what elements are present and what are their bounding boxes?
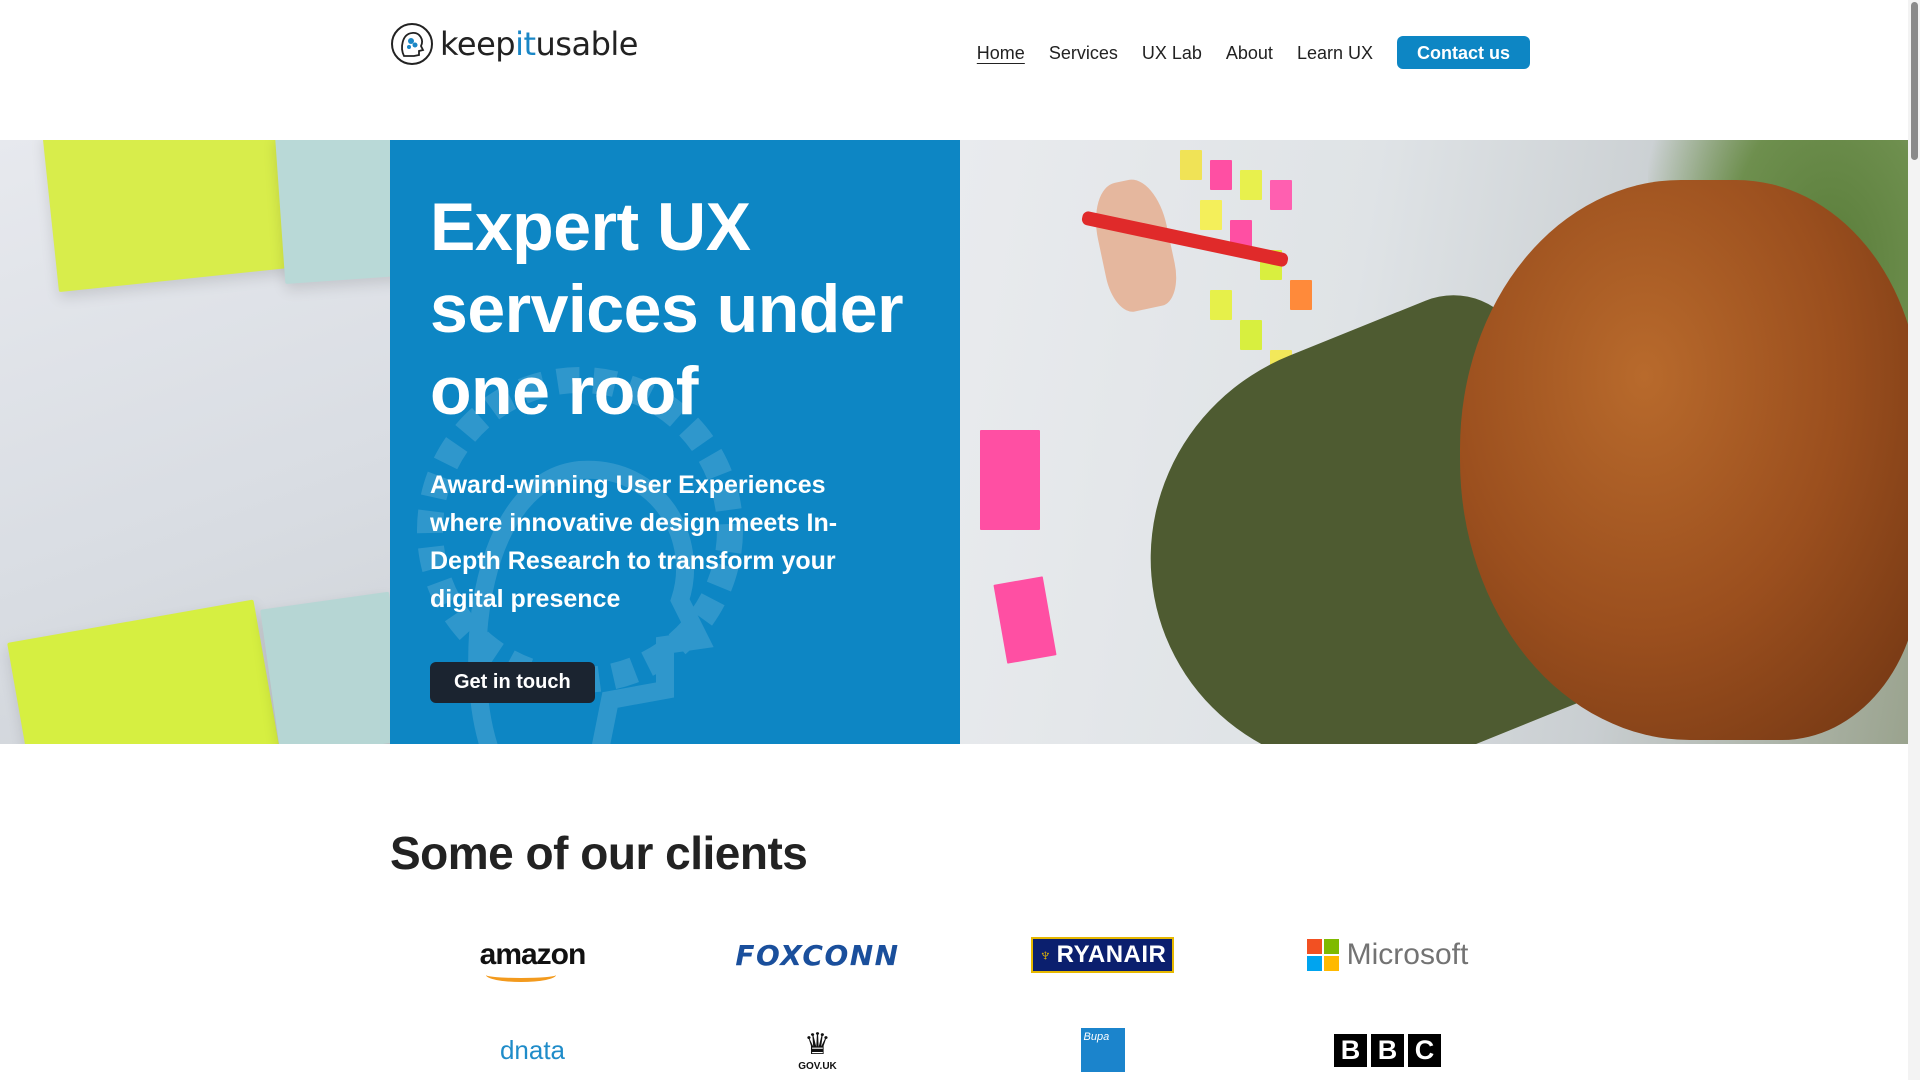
- crown-icon: ♛: [804, 1027, 831, 1061]
- sticky-note: [260, 591, 390, 744]
- site-header: keepitusable Home Services UX Lab About …: [0, 0, 1920, 140]
- head-icon: [391, 23, 433, 65]
- get-in-touch-button[interactable]: Get in touch: [430, 662, 595, 703]
- hero-panel: Expert UX services under one roof Award-…: [390, 140, 960, 744]
- nav-about[interactable]: About: [1226, 39, 1273, 67]
- gov-uk-logo: ♛ GOV.UK: [798, 1027, 837, 1072]
- client-logo-bbc: B B C: [1245, 1015, 1530, 1080]
- sticky-note: [1200, 200, 1222, 230]
- nav-learn-ux[interactable]: Learn UX: [1297, 39, 1373, 67]
- sticky-note: [1290, 280, 1312, 310]
- bbc-letter: B: [1334, 1033, 1367, 1067]
- logo-word-usable: usable: [535, 25, 639, 63]
- foxconn-logo: FOXCONN: [735, 938, 900, 972]
- main-nav: Home Services UX Lab About Learn UX Cont…: [953, 36, 1530, 69]
- microsoft-logo: Microsoft: [1306, 938, 1469, 972]
- client-logo-bupa: Bupa: [960, 1015, 1245, 1080]
- hero-section: Expert UX services under one roof Award-…: [0, 140, 1908, 744]
- clients-heading: Some of our clients: [390, 827, 808, 879]
- sticky-note: [7, 599, 283, 744]
- scrollbar-thumb[interactable]: [1911, 2, 1918, 160]
- sticky-note: [1270, 180, 1292, 210]
- ryanair-logo: ♆ RYANAIR: [1030, 937, 1175, 973]
- ryanair-wordmark: RYANAIR: [1056, 941, 1167, 968]
- page-scrollbar[interactable]: [1908, 0, 1920, 1080]
- logo-wordmark: keepitusable: [440, 25, 638, 63]
- sticky-note: [1210, 160, 1232, 190]
- bbc-letter: B: [1371, 1033, 1404, 1067]
- sticky-note: [980, 430, 1040, 530]
- person-hand-image: [1087, 174, 1183, 316]
- microsoft-wordmark: Microsoft: [1346, 938, 1469, 971]
- harp-icon: ♆: [1038, 944, 1053, 965]
- logo-word-it: it: [515, 25, 536, 63]
- site-logo[interactable]: keepitusable: [390, 22, 638, 66]
- person-hair-image: [1460, 180, 1908, 740]
- nav-services[interactable]: Services: [1049, 39, 1118, 67]
- dnata-logo: dnata: [499, 1034, 566, 1065]
- client-logo-microsoft: Microsoft: [1245, 920, 1530, 990]
- hero-subtitle: Award-winning User Experiences where inn…: [430, 471, 838, 613]
- bbc-letter: C: [1408, 1033, 1441, 1067]
- logo-word-keep: keep: [440, 25, 516, 63]
- sticky-note: [274, 140, 390, 285]
- sticky-note: [1180, 150, 1202, 180]
- bbc-logo: B B C: [1334, 1033, 1441, 1067]
- sticky-note: [1240, 320, 1262, 350]
- client-logo-ryanair: ♆ RYANAIR: [960, 920, 1245, 990]
- amazon-smile-icon: [485, 968, 556, 982]
- contact-us-button[interactable]: Contact us: [1396, 36, 1530, 69]
- client-logo-dnata: dnata: [390, 1015, 675, 1080]
- hero-title: Expert UX services under one roof: [430, 189, 904, 429]
- sticky-note: [993, 576, 1057, 664]
- windows-icon: [1306, 939, 1339, 971]
- amazon-logo: amazon: [479, 938, 587, 982]
- amazon-wordmark: amazon: [479, 938, 587, 971]
- client-logo-gov-uk: ♛ GOV.UK: [675, 1015, 960, 1080]
- nav-home[interactable]: Home: [977, 39, 1025, 67]
- gov-uk-wordmark: GOV.UK: [798, 1060, 837, 1072]
- client-logo-foxconn: FOXCONN: [675, 920, 960, 990]
- bupa-logo: Bupa: [1080, 1028, 1125, 1072]
- sticky-note: [1240, 170, 1262, 200]
- sticky-notes-photo: [0, 140, 390, 744]
- client-logo-amazon: amazon: [390, 920, 675, 990]
- nav-ux-lab[interactable]: UX Lab: [1142, 39, 1202, 67]
- sticky-note: [42, 140, 298, 293]
- workshop-photo: [960, 140, 1908, 744]
- sticky-note: [1210, 290, 1232, 320]
